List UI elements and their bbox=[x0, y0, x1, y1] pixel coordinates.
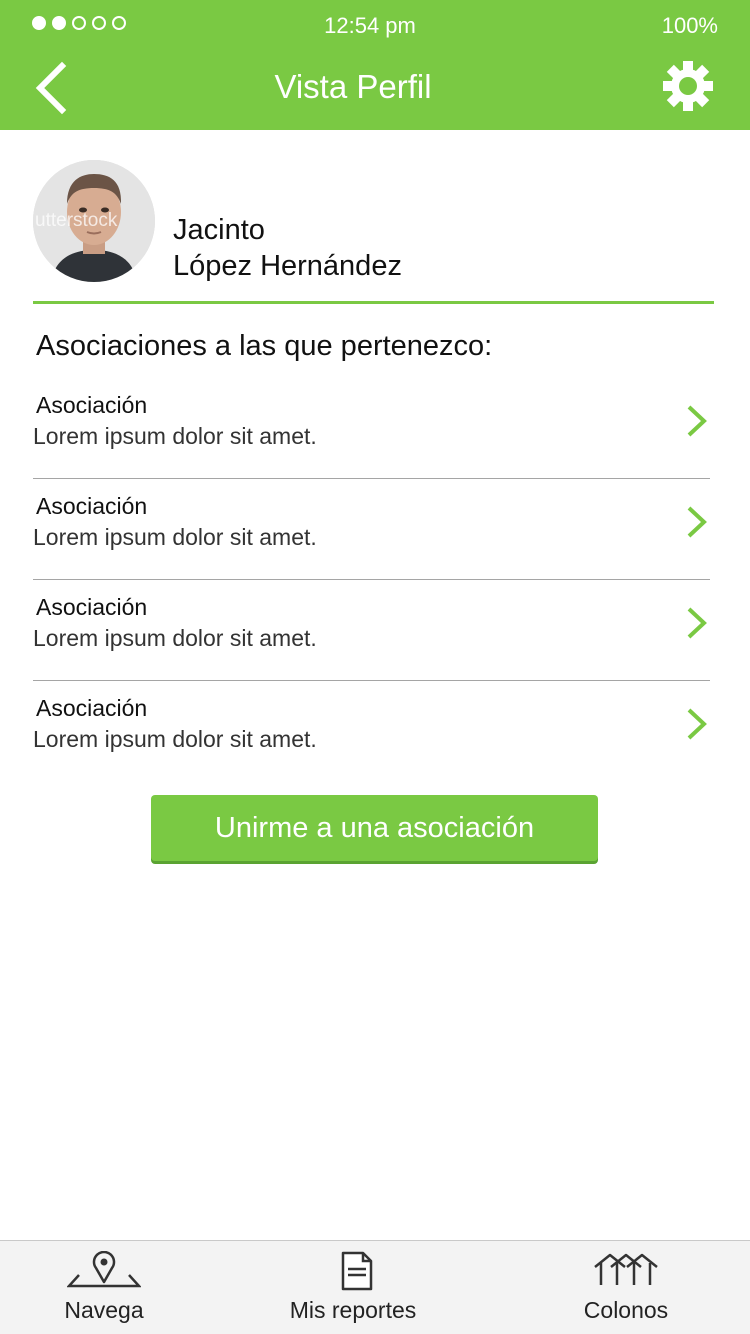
avatar[interactable]: utterstock bbox=[33, 160, 155, 282]
bottom-nav: Navega Mis reportes Colonos bbox=[0, 1240, 750, 1334]
page-title: Vista Perfil bbox=[274, 68, 432, 105]
document-icon bbox=[341, 1251, 373, 1291]
user-photo: utterstock bbox=[33, 160, 155, 282]
houses-icon bbox=[594, 1253, 658, 1285]
chevron-right-icon bbox=[687, 708, 707, 740]
chevron-right-icon bbox=[687, 607, 707, 639]
nav-item-mis-reportes[interactable]: Mis reportes bbox=[268, 1241, 438, 1334]
association-title: Asociación bbox=[36, 594, 148, 620]
associations-list: Asociación Lorem ipsum dolor sit amet. A… bbox=[33, 378, 710, 782]
profile-card: utterstock Jacinto López Hernández bbox=[33, 160, 714, 304]
nav-label: Colonos bbox=[583, 1297, 669, 1323]
avatar-watermark: utterstock bbox=[35, 210, 118, 231]
profile-first-name: Jacinto bbox=[173, 214, 265, 246]
association-title: Asociación bbox=[36, 392, 148, 418]
map-pin-icon bbox=[67, 1251, 141, 1288]
association-description: Lorem ipsum dolor sit amet. bbox=[33, 524, 317, 550]
nav-label: Mis reportes bbox=[289, 1297, 417, 1323]
association-description: Lorem ipsum dolor sit amet. bbox=[33, 726, 317, 752]
association-description: Lorem ipsum dolor sit amet. bbox=[33, 423, 317, 449]
gear-icon bbox=[663, 61, 713, 111]
list-item[interactable]: Asociación Lorem ipsum dolor sit amet. bbox=[33, 479, 710, 580]
chevron-right-icon bbox=[687, 506, 707, 538]
chevron-right-icon bbox=[687, 405, 707, 437]
list-item[interactable]: Asociación Lorem ipsum dolor sit amet. bbox=[33, 681, 710, 782]
association-title: Asociación bbox=[36, 493, 148, 519]
association-title: Asociación bbox=[36, 695, 148, 721]
join-association-button[interactable]: Unirme a una asociación bbox=[151, 795, 598, 861]
settings-button[interactable] bbox=[662, 60, 714, 112]
battery-level: 100% bbox=[661, 13, 718, 38]
nav-item-navega[interactable]: Navega bbox=[34, 1241, 174, 1334]
status-time: 12:54 pm bbox=[324, 13, 416, 38]
associations-heading: Asociaciones a las que pertenezco: bbox=[36, 330, 493, 362]
list-item[interactable]: Asociación Lorem ipsum dolor sit amet. bbox=[33, 580, 710, 681]
association-description: Lorem ipsum dolor sit amet. bbox=[33, 625, 317, 651]
app-header: 12:54 pm 100% Vista Perfil bbox=[0, 0, 750, 130]
nav-label: Navega bbox=[64, 1297, 144, 1323]
profile-last-name: López Hernández bbox=[173, 250, 402, 282]
list-item[interactable]: Asociación Lorem ipsum dolor sit amet. bbox=[33, 378, 710, 479]
nav-item-colonos[interactable]: Colonos bbox=[562, 1241, 690, 1334]
